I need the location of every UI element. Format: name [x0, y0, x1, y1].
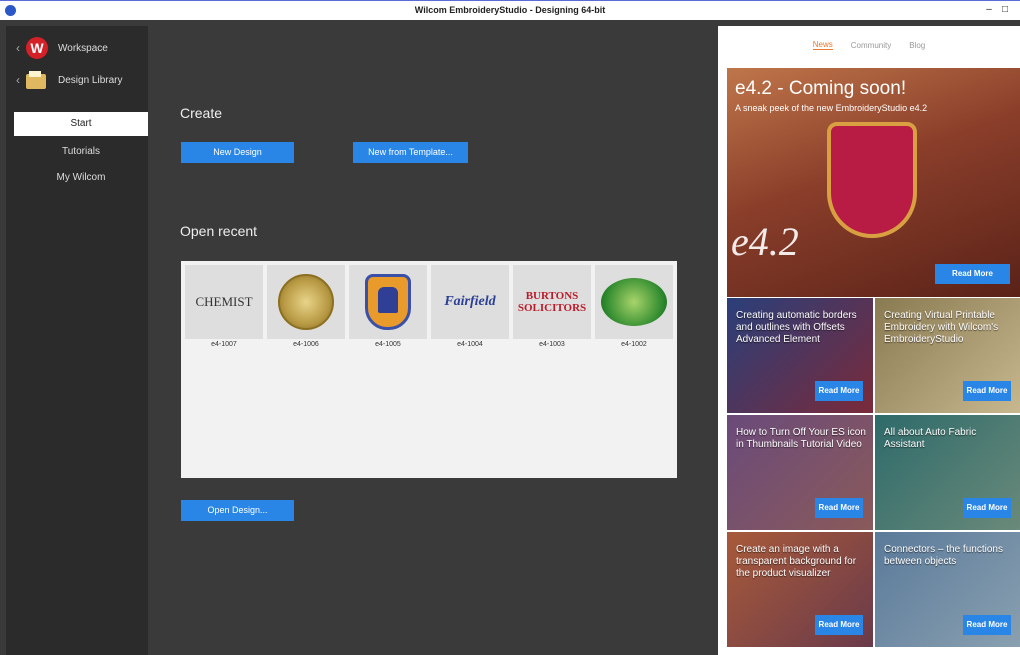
recent-design-label: e4-1005 [375, 341, 401, 348]
news-card[interactable]: Create an image with a transparent backg… [727, 532, 873, 647]
design-library-nav[interactable]: ‹ Design Library [16, 68, 122, 92]
design-preview: CHEMIST [189, 273, 259, 331]
design-preview [599, 273, 669, 331]
main-panel: Create New Design New from Template... O… [148, 26, 718, 655]
card-title: Creating automatic borders and outlines … [736, 310, 857, 345]
news-card[interactable]: Creating automatic borders and outlines … [727, 298, 873, 413]
folder-icon [26, 71, 48, 89]
create-heading: Create [180, 105, 223, 121]
workspace-label: Workspace [58, 42, 108, 54]
recent-design-label: e4-1007 [211, 341, 237, 348]
recent-design-label: e4-1004 [457, 341, 483, 348]
read-more-button[interactable]: Read More [963, 615, 1011, 635]
read-more-button[interactable]: Read More [815, 498, 863, 518]
hero-read-more-button[interactable]: Read More [935, 264, 1010, 284]
read-more-button[interactable]: Read More [815, 615, 863, 635]
wilcom-logo-icon: W [26, 37, 48, 59]
hero-banner[interactable]: e4.2 - Coming soon! A sneak peek of the … [727, 68, 1020, 297]
open-design-button[interactable]: Open Design... [181, 500, 294, 521]
shield-emblem [365, 274, 411, 330]
card-title: Create an image with a transparent backg… [736, 544, 857, 579]
nav-item-start[interactable]: Start [14, 112, 148, 136]
workspace-nav[interactable]: ‹ W Workspace [16, 36, 108, 60]
recent-design-thumb[interactable] [595, 265, 673, 339]
oval-emblem [601, 278, 667, 326]
design-preview [353, 273, 423, 331]
recent-design-thumb[interactable] [267, 265, 345, 339]
design-preview-text: BURTONS SOLICITORS [517, 290, 587, 314]
badge-emblem [278, 274, 334, 330]
recent-design-label: e4-1003 [539, 341, 565, 348]
news-card[interactable]: Creating Virtual Printable Embroidery wi… [875, 298, 1020, 413]
title-bar: Wilcom EmbroideryStudio - Designing 64-b… [0, 0, 1020, 20]
recent-designs-panel: CHEMIST e4-1007 e4-1006 e4-1005 Fairfiel… [181, 261, 677, 478]
design-preview: Fairfield [435, 273, 505, 331]
news-tabs: News Community Blog [718, 26, 1020, 64]
design-preview-text: Fairfield [444, 294, 496, 309]
hero-version-graphic: e4.2 [731, 219, 799, 264]
read-more-button[interactable]: Read More [963, 498, 1011, 518]
hero-subtitle: A sneak peek of the new EmbroideryStudio… [735, 103, 928, 113]
card-title: Connectors – the functions between objec… [884, 544, 1003, 567]
news-panel: News Community Blog e4.2 - Coming soon! … [718, 26, 1020, 655]
hero-title: e4.2 - Coming soon! [735, 78, 907, 99]
news-card[interactable]: All about Auto Fabric Assistant Read Mor… [875, 415, 1020, 530]
tab-community[interactable]: Community [851, 41, 891, 50]
recent-design-label: e4-1006 [293, 341, 319, 348]
chevron-left-icon: ‹ [16, 73, 20, 87]
chevron-left-icon: ‹ [16, 41, 20, 55]
tab-blog[interactable]: Blog [909, 41, 925, 50]
nav-item-my-wilcom[interactable]: My Wilcom [14, 166, 148, 190]
new-design-button[interactable]: New Design [181, 142, 294, 163]
nav-item-tutorials[interactable]: Tutorials [14, 140, 148, 164]
recent-design-thumb[interactable] [349, 265, 427, 339]
maximize-icon[interactable]: □ [998, 3, 1012, 17]
open-recent-heading: Open recent [180, 223, 258, 239]
design-library-label: Design Library [58, 74, 123, 86]
tab-news[interactable]: News [812, 40, 833, 50]
card-title: How to Turn Off Your ES icon in Thumbnai… [736, 427, 866, 450]
read-more-button[interactable]: Read More [815, 381, 863, 401]
card-title: All about Auto Fabric Assistant [884, 427, 977, 450]
read-more-button[interactable]: Read More [963, 381, 1011, 401]
recent-design-thumb[interactable]: CHEMIST [185, 265, 263, 339]
card-title: Creating Virtual Printable Embroidery wi… [884, 310, 999, 345]
news-card[interactable]: How to Turn Off Your ES icon in Thumbnai… [727, 415, 873, 530]
left-nav: ‹ W Workspace ‹ Design Library Start Tut… [6, 26, 148, 655]
recent-design-thumb[interactable]: Fairfield [431, 265, 509, 339]
new-from-template-button[interactable]: New from Template... [353, 142, 468, 163]
window-title: Wilcom EmbroideryStudio - Designing 64-b… [414, 5, 606, 15]
news-card[interactable]: Connectors – the functions between objec… [875, 532, 1020, 647]
app-window: Wilcom EmbroideryStudio - Designing 64-b… [0, 0, 1020, 655]
design-preview: BURTONS SOLICITORS [517, 273, 587, 331]
recent-design-label: e4-1002 [621, 341, 647, 348]
design-preview [271, 273, 341, 331]
minimize-icon[interactable]: – [982, 3, 996, 17]
recent-design-thumb[interactable]: BURTONS SOLICITORS [513, 265, 591, 339]
design-preview-text: CHEMIST [195, 294, 253, 309]
crest-image [827, 122, 917, 238]
